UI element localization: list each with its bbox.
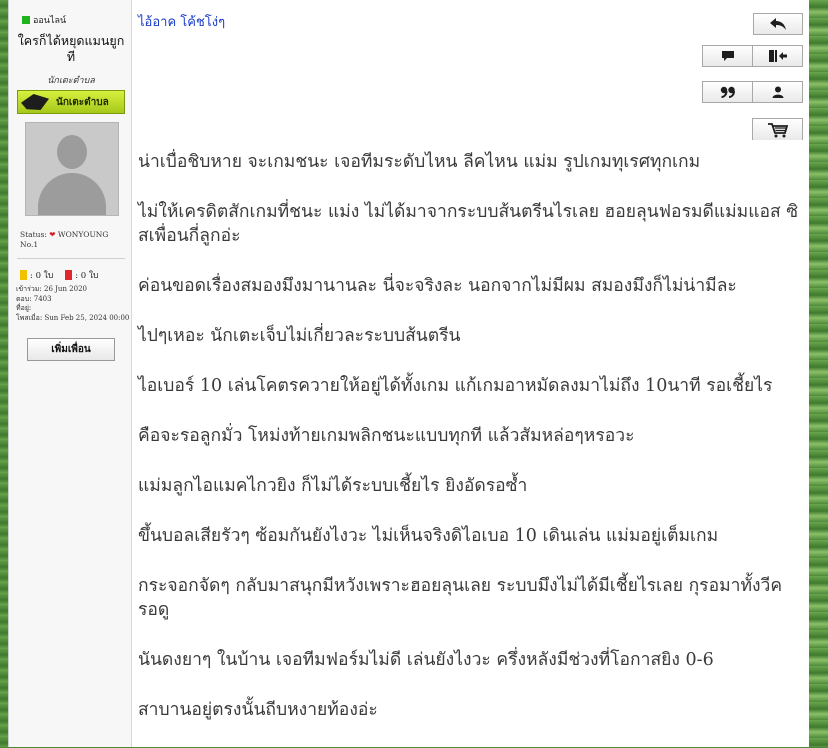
username[interactable]: ใครก็ได้หยุดแมนยูก ที [15, 33, 127, 65]
avatar-body-shape [38, 173, 106, 215]
cart-icon [767, 122, 788, 137]
post-paragraph: คือจะรอลูกมั่ว โหม่งท้ายเกมพลิกชนะแบบทุก… [138, 426, 635, 446]
post-paragraph: แม่มลูกไอแมคไกวยิง ก็ไม่ได้ระบบเชี้ยไร ย… [138, 476, 528, 496]
quote-icon [720, 86, 735, 98]
post-paragraph: สาบานอยู่ตรงนั้นถีบหงายท้องอ่ะ [138, 700, 378, 720]
card-counts: : 0 ใบ : 0 ใบ [20, 268, 98, 282]
post-paragraph: ไปๆเหอะ นักเตะเจ็บไม่เกี่ยวละระบบส้นตรีน [138, 326, 461, 346]
online-dot-icon [22, 16, 30, 24]
rank-badge-label: นักเตะตำบล [56, 97, 109, 108]
post-count: ตอบ: 7403 [16, 294, 52, 303]
background-grass-left [0, 0, 8, 747]
user-profile-sidebar: ออนไลน์ ใครก็ได้หยุดแมนยูก ที นักเตะตำบล… [9, 0, 132, 747]
red-card-icon [65, 270, 73, 280]
rank-title: นักเตะตำบล [47, 76, 95, 86]
post-panel: ออนไลน์ ใครก็ได้หยุดแมนยูก ที นักเตะตำบล… [8, 0, 809, 747]
back-arrow-icon [770, 18, 786, 30]
boot-icon [21, 94, 49, 110]
last-post-time: โพสเมื่อ: Sun Feb 25, 2024 00:00 [16, 313, 130, 322]
post-paragraph: นันดงยาๆ ในบ้าน เจอทีมฟอร์มไม่ดี เล่นยัง… [138, 650, 714, 670]
yellow-card-count: : 0 ใบ [30, 271, 54, 281]
yellow-card-icon [20, 270, 27, 280]
user-status: Status: ❤ WONYOUNG No.1 [20, 230, 126, 250]
post-paragraph: กระจอกจัดๆ กลับมาสนุกมีหวังเพราะฮอยลุนเล… [138, 576, 783, 620]
location: ที่อยู่: [16, 304, 32, 312]
avatar-head-shape [57, 135, 87, 169]
comment-icon [721, 51, 734, 61]
shop-button[interactable] [752, 118, 803, 140]
user-icon [772, 86, 783, 98]
post-paragraph: ไม่ให้เครดิตสักเกมที่ชนะ แม่ง ไม่ได้มาจา… [138, 202, 799, 246]
profile-button[interactable] [752, 81, 803, 103]
online-status: ออนไลน์ [22, 13, 66, 27]
user-meta: เข้าร่วม: 26 Jun 2020 ตอบ: 7403 ที่อยู่:… [16, 285, 129, 323]
joined-date: เข้าร่วม: 26 Jun 2020 [16, 285, 87, 293]
post-paragraph: ขึ้นบอลเสียรัวๆ ซ้อมกันยังไงวะ ไม่เห็นจร… [138, 526, 719, 546]
post-paragraph: ไอเบอร์ 10 เล่นโคตรควายให้อยู่ได้ทั้งเกม… [138, 376, 773, 396]
add-friend-button[interactable]: เพิ่มเพื่อน [27, 338, 115, 361]
post-body: น่าเบื่อชิบหาย จะเกมชนะ เจอทีมระดับไหน ล… [138, 150, 803, 748]
exit-button[interactable] [752, 45, 803, 67]
avatar[interactable] [25, 122, 119, 216]
quote-button[interactable] [702, 81, 753, 103]
rank-badge: นักเตะตำบล [17, 90, 125, 114]
heart-icon: ❤ [49, 230, 56, 239]
post-title[interactable]: ไอ้อาค โค้ชโง่ๆ [138, 11, 225, 32]
exit-icon [768, 50, 787, 62]
background-grass-right [808, 0, 828, 747]
post-paragraph: ค่อนขอดเรื่องสมองมึงมานานละ นี่จะจริงละ … [138, 276, 737, 296]
post-paragraph: น่าเบื่อชิบหาย จะเกมชนะ เจอทีมระดับไหน ล… [138, 152, 701, 172]
profile-divider [17, 258, 125, 259]
back-button[interactable] [753, 13, 803, 35]
online-label: ออนไลน์ [33, 16, 67, 26]
comment-button[interactable] [702, 45, 753, 67]
status-prefix: Status: [20, 230, 47, 239]
red-card-count: : 0 ใบ [75, 271, 99, 281]
